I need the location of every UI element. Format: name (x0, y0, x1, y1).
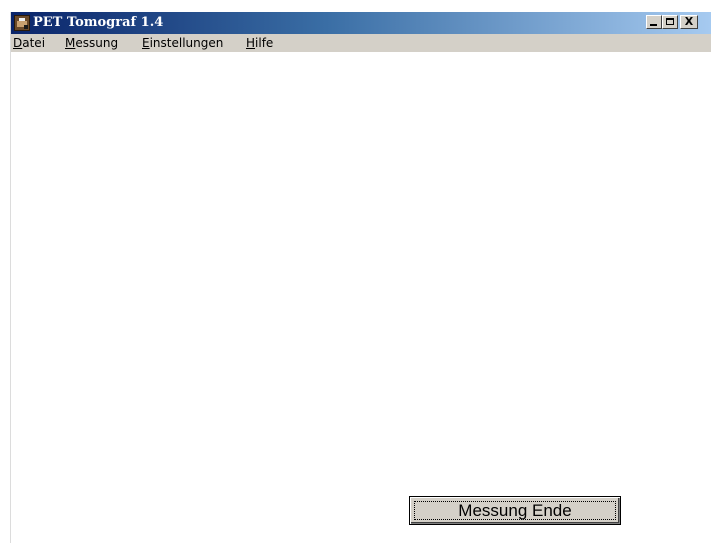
menu-bar: Datei Messung Einstellungen Hilfe (11, 34, 711, 52)
maximize-button[interactable] (662, 15, 678, 29)
app-window: PET Tomograf 1.4 X Datei Messung Einstel… (10, 12, 711, 543)
measurement-end-button[interactable]: Messung Ende (409, 496, 621, 525)
measurement-end-label: Messung Ende (458, 500, 572, 520)
client-area: Messung Ende (11, 52, 711, 543)
minimize-button[interactable] (646, 15, 662, 29)
window-title: PET Tomograf 1.4 (33, 15, 164, 30)
minimize-icon (650, 24, 657, 26)
desktop-background (0, 0, 711, 12)
app-icon[interactable] (14, 15, 30, 31)
menu-messung[interactable]: Messung (65, 35, 118, 51)
menu-datei[interactable]: Datei (13, 35, 45, 51)
maximize-icon (666, 18, 674, 25)
menu-einstellungen[interactable]: Einstellungen (142, 35, 223, 51)
close-icon: X (684, 15, 694, 28)
title-bar[interactable]: PET Tomograf 1.4 X (11, 12, 711, 34)
close-button[interactable]: X (680, 15, 698, 29)
menu-hilfe[interactable]: Hilfe (246, 35, 273, 51)
